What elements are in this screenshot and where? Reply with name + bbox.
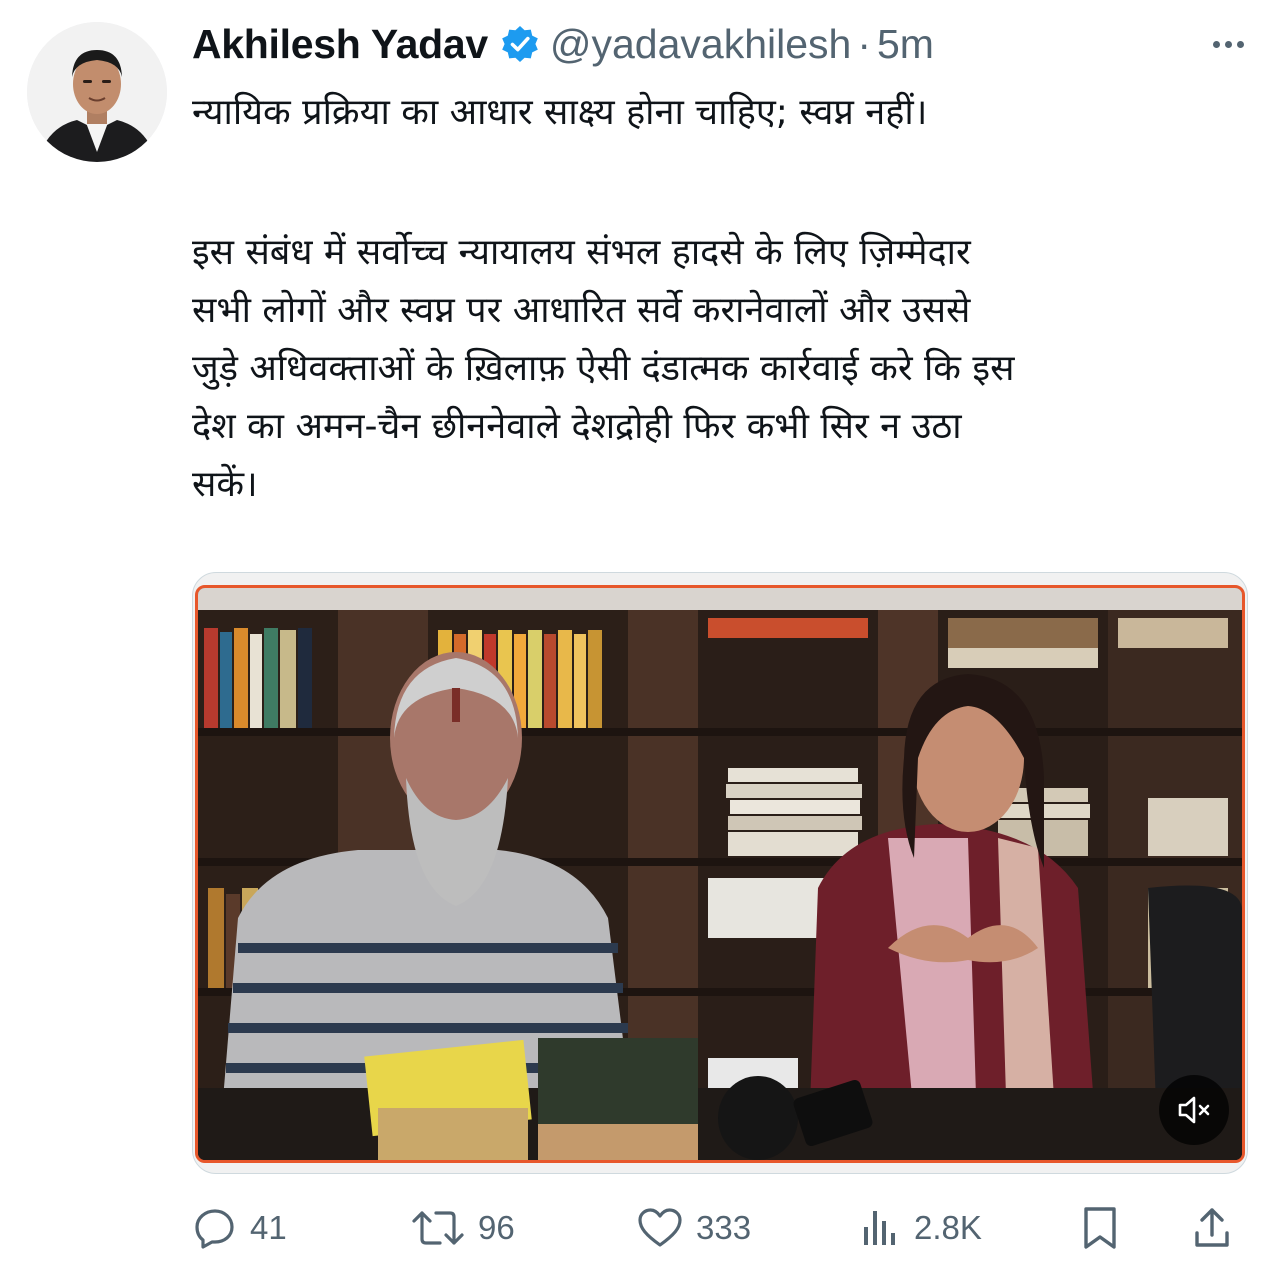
share-icon (1195, 1208, 1229, 1247)
repost-icon (412, 1211, 464, 1245)
more-options-icon[interactable] (1213, 24, 1244, 64)
like-count: 333 (696, 1209, 752, 1246)
bookmark-icon (1084, 1207, 1116, 1249)
tweet-line: इस संबंध में सर्वोच्च न्यायालय संभल हादस… (192, 232, 971, 273)
like-button[interactable]: 333 (636, 1196, 751, 1260)
tweet-action-bar: 41 96 333 2.8K (192, 1196, 1248, 1260)
tweet-paragraph-2: इस संबंध में सर्वोच्च न्यायालय संभल हादस… (192, 224, 1252, 514)
reply-icon (195, 1209, 234, 1249)
heart-icon (638, 1208, 682, 1247)
mute-toggle-button[interactable] (1159, 1075, 1229, 1145)
tweet-line: जुड़े अधिवक्ताओं के ख़िलाफ़ ऐसी दंडात्मक… (192, 348, 1015, 389)
author-avatar[interactable] (27, 22, 167, 162)
views-button[interactable]: 2.8K (860, 1196, 982, 1260)
video-player[interactable] (192, 572, 1248, 1174)
video-frame (195, 585, 1245, 1163)
tweet-paragraph-1: न्यायिक प्रक्रिया का आधार साक्ष्य होना च… (192, 92, 928, 133)
share-button[interactable] (1192, 1196, 1232, 1260)
views-count: 2.8K (914, 1209, 982, 1246)
video-still (198, 588, 1242, 1160)
profile-photo (27, 22, 167, 162)
tweet-line: सभी लोगों और स्वप्न पर आधारित सर्वे करान… (192, 290, 971, 331)
repost-count: 96 (478, 1209, 515, 1246)
bookmark-button[interactable] (1080, 1196, 1120, 1260)
reply-count: 41 (250, 1209, 287, 1246)
tweet-line: देश का अमन-चैन छीननेवाले देशद्रोही फिर क… (192, 406, 962, 447)
separator-dot: · (857, 20, 871, 67)
views-chart-icon (864, 1211, 895, 1245)
tweet-header: Akhilesh Yadav @yadavakhilesh · 5m (192, 18, 1254, 70)
volume-muted-icon (1178, 1096, 1210, 1124)
tweet-line: सकें। (192, 464, 258, 505)
verified-icon (502, 26, 538, 62)
reply-button[interactable]: 41 (192, 1196, 287, 1260)
repost-button[interactable]: 96 (410, 1196, 515, 1260)
tweet-timestamp[interactable]: 5m (877, 21, 934, 68)
author-name[interactable]: Akhilesh Yadav (192, 21, 488, 68)
author-handle[interactable]: @yadavakhilesh (550, 21, 851, 68)
tweet-body: न्यायिक प्रक्रिया का आधार साक्ष्य होना च… (192, 84, 1252, 514)
